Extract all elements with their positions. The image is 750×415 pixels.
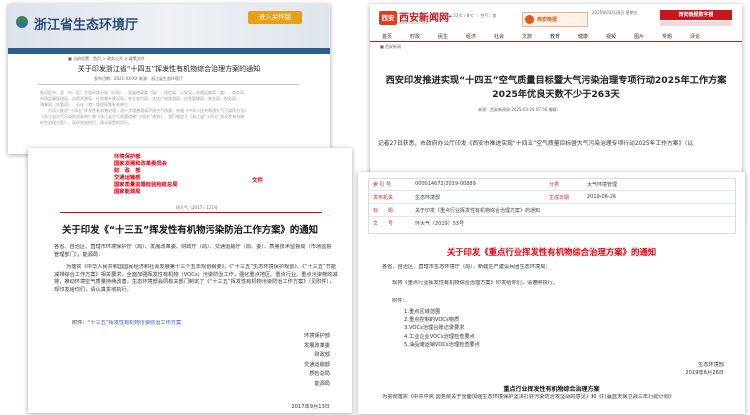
signing-date: 2017年9月13日: [291, 404, 330, 410]
plan-intro: 为贯彻落实《中共中央 国务院关于全面加强生态环境保护坚决打好污染防治攻坚战的意见…: [382, 394, 675, 400]
header-banner[interactable]: 西安晚报: [522, 12, 588, 27]
recipients: 各省、自治区、直辖市生态环境厅（局），新疆生产建设兵团生态环境局：: [382, 264, 551, 270]
xian-logo[interactable]: 西安: [379, 11, 397, 25]
nav-item[interactable]: 经济: [466, 33, 476, 40]
attachment-item[interactable]: 2.重点控制的VOCs物质: [404, 316, 480, 324]
date-label: 2025年03月28日 星期五: [592, 10, 638, 15]
info-label: 发布机关: [373, 195, 394, 201]
attachment-item[interactable]: 4.工业企业VOCs治理检查要点: [404, 333, 480, 341]
info-value: 大气环境管理: [587, 182, 618, 188]
signer: 能源局: [314, 380, 330, 387]
attachment-item[interactable]: 3.VOCs治理台账记录要求: [404, 324, 480, 332]
notice-title: 关于印发《重点行业挥发性有机物综合治理方案》的通知: [446, 247, 657, 257]
body-line: 市场监督管理局、自然资源局、住房城乡建设局、农业农村局、文化广电旅游局、应急管理…: [40, 96, 240, 101]
epaper-strip: [660, 21, 732, 26]
banner-label: 西安晚报: [537, 17, 558, 23]
breadcrumb[interactable]: ■ 西安新闻: [380, 44, 401, 49]
recipients: 各省、自治区、直辖市环境保护厅（局）、发展改革委、财政厅（局）、交通运输厅（局、…: [54, 244, 332, 258]
body-line: 为深入推进“十四五”挥发性有机物治理，进一步改善我省环境空气质量，依据《中华人民…: [48, 108, 249, 113]
signing-date: 2019年6月26日: [685, 370, 724, 376]
weather-info: ☁ 23℃ / 8℃ ｜ 空气：良: [448, 13, 497, 18]
info-label: 生成日期: [549, 195, 570, 201]
divider: [38, 84, 300, 85]
info-label: 索 引 号: [373, 182, 392, 188]
body-line: 综合治理方案》，现印发给你们，请认真贯彻执行。: [40, 120, 132, 125]
notice-title: 关于印发浙江省“十四五”挥发性有机物综合治理方案的通知: [77, 65, 261, 73]
zhejiang-notice-screenshot: 浙江省生态环境厅 进入关怀版 ■ 当前位置：首页 > 政务公开 > 政策文件 关…: [8, 4, 330, 154]
attachment-label: 附件：: [72, 320, 88, 326]
signer: 财政部: [314, 352, 330, 359]
body-line: 海事局（交管局）、石化（港）管理局等有关单位：: [40, 102, 132, 107]
nav-bar[interactable]: [8, 48, 330, 54]
info-row: 文 号 环大气〔2019〕53号: [369, 218, 735, 229]
notice-title: 关于印发《“十三五”挥发性有机物污染防治工作方案》的通知: [61, 225, 319, 236]
attachment-link[interactable]: “十三五”挥发性有机物污染防治工作方案: [88, 320, 182, 326]
info-row: 发布机关 生态环境部 生成日期 2019-06-26: [369, 192, 735, 204]
info-row: 索 引 号 000014672/2019-00889 分类 大气环境管理: [369, 179, 735, 191]
attachment: 附件：“十三五”挥发性有机物污染防治工作方案: [72, 320, 181, 328]
banner-icon: [525, 15, 534, 24]
signer: 质检总局: [309, 371, 330, 378]
signer: 发展改革委: [304, 342, 330, 349]
mee-notice-2019-screenshot: 索 引 号 000014672/2019-00889 分类 大气环境管理 发布机…: [358, 172, 745, 414]
info-value: 000014672/2019-00889: [415, 181, 476, 187]
info-label: 标 题: [373, 208, 394, 214]
info-label: 文 号: [373, 221, 394, 227]
document-number: 环大气〔2017〕121号: [176, 205, 218, 210]
nav-item[interactable]: 首页: [382, 33, 392, 40]
article-subtitle: 2025年优良天数不少于263天: [492, 89, 620, 100]
attachment-list: 1.重点区域范围 2.重点控制的VOCs物质 3.VOCs治理台账记录要求 4.…: [404, 308, 480, 349]
nav-item[interactable]: 民生: [438, 33, 448, 40]
attachment-item[interactable]: 5.油品储运销VOCs治理检查要点: [404, 341, 480, 349]
document-info-table: 索 引 号 000014672/2019-00889 分类 大气环境管理 发布机…: [368, 178, 736, 234]
nav-item[interactable]: 时政: [410, 33, 420, 40]
joint-notice-2017-screenshot: 环境保护部 国家发展和改革委员会 财 政 部 交通运输部 国家质量监督检验检疫总…: [28, 148, 352, 413]
article-meta: 来源：西安新闻网 2025-03-28 07:56 编辑：: [478, 107, 561, 112]
epaper-button[interactable]: 西安晚报数字报: [660, 10, 732, 20]
article-lead: 记者27日获悉，市政府办公厅印发《西安市推进实现“十四五”空气质量目标暨大气污染…: [378, 141, 694, 147]
attachment-item[interactable]: 1.重点区域范围: [404, 308, 480, 316]
issuing-agencies: 环境保护部 国家发展和改革委员会 财 政 部 交通运输部 国家质量监督检验检疫总…: [114, 154, 178, 195]
nav-item[interactable]: 文旅: [522, 33, 532, 40]
article-title: 西安印发推进实现“十四五”空气质量目标暨大气污染治理专项行动2025年工作方案: [385, 75, 727, 86]
breadcrumb: ■ 当前位置：首页 > 政务公开 > 政策文件: [68, 56, 145, 61]
body-line: 《浙江省大气污染防治条例》和《浙江省空气质量改善“十四五”规划》，我们制定了《浙…: [40, 114, 245, 119]
nav-item[interactable]: 社会: [494, 33, 504, 40]
info-value: 关于印发《重点行业挥发性有机物综合治理方案》的通知: [415, 208, 541, 214]
nav-item[interactable]: 视频: [606, 33, 616, 40]
info-label: 分类: [549, 182, 560, 188]
info-value: 环大气〔2019〕53号: [415, 221, 465, 227]
signer: 生态环境部: [698, 362, 724, 368]
attachment-label: 附件：: [392, 298, 408, 304]
signer: 交通运输部: [304, 361, 330, 368]
issuer: 财 政 部: [114, 167, 141, 174]
red-divider: [60, 212, 322, 213]
info-value: 2019-06-26: [587, 194, 617, 200]
signer: 环境保护部: [304, 333, 330, 339]
issuer: 国家能源局: [114, 188, 141, 195]
site-domain: www.xiancn.com: [399, 21, 430, 25]
info-value: 生态环境部: [415, 195, 441, 201]
nav-bar: 首页 时政 民生 经济 社会 文旅 教育 健康 视频 图片 专题 评论: [370, 30, 742, 42]
plan-title: 重点行业挥发性有机物综合治理方案: [503, 386, 600, 393]
notice-body: 现将《重点行业挥发性有机物综合治理方案》印发给你们，请遵照执行。: [392, 280, 559, 286]
document-mark: 文件: [252, 178, 264, 184]
body-line: 各设区市、县（市、区）生态环境分局（分局）、发展改革委（局）、经信局、公安局、交…: [40, 90, 248, 95]
notice-meta: 发布日期：2021-XX-XX 来源：浙江省生态环境厅: [94, 76, 183, 81]
signing-agencies: 环境保护部 发展改革委 财政部 交通运输部 质检总局 能源局: [266, 332, 330, 390]
issuer: 国家发展和改革委员会: [114, 160, 167, 167]
emblem-icon: [16, 16, 28, 28]
issuer: 环境保护部: [114, 154, 141, 160]
nav-item[interactable]: 健康: [578, 33, 588, 40]
notice-body: 为落实《中华人民共和国国民经济和社会发展第十三个五年规划纲要》、《“十三五”生态…: [54, 264, 338, 293]
nav-item[interactable]: 专题: [662, 33, 672, 40]
enter-care-mode-button[interactable]: 进入关怀版: [248, 11, 302, 24]
issuer: 交通运输部: [114, 174, 141, 181]
nav-item[interactable]: 图片: [634, 33, 644, 40]
nav-item[interactable]: 教育: [550, 33, 560, 40]
nav-item[interactable]: 评论: [690, 33, 700, 40]
info-row: 标 题 关于印发《重点行业挥发性有机物综合治理方案》的通知: [369, 205, 735, 217]
issuer: 国家质量监督检验检疫总局: [114, 181, 178, 188]
site-name: 浙江省生态环境厅: [34, 18, 139, 33]
